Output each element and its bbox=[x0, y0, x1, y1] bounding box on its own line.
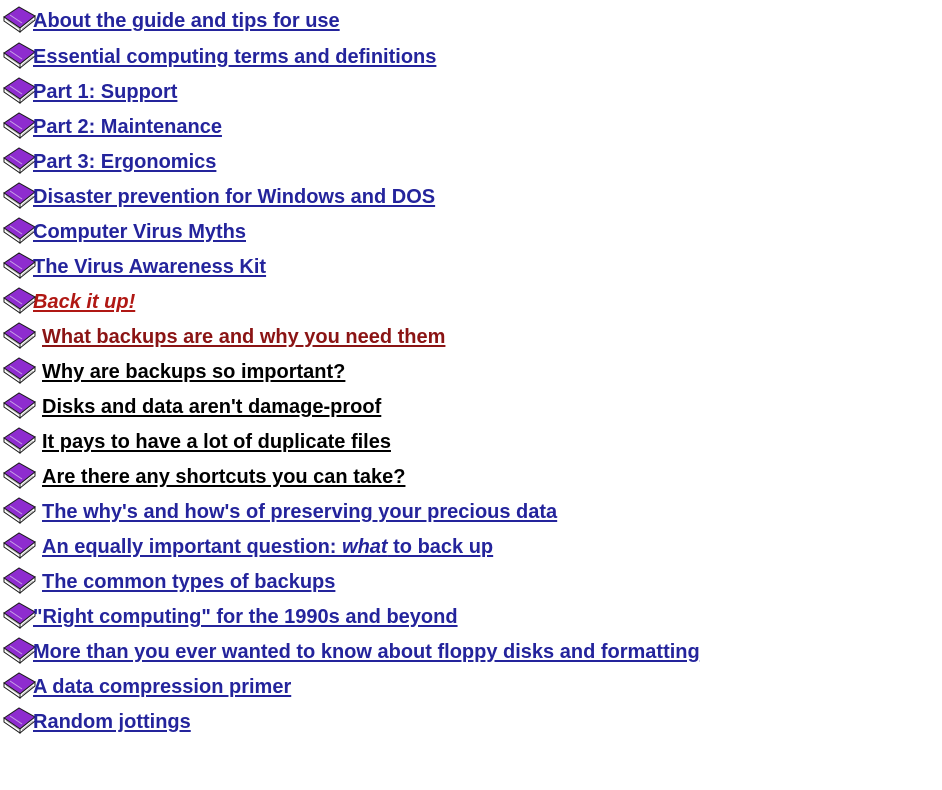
toc-link[interactable]: More than you ever wanted to know about … bbox=[33, 634, 700, 670]
toc-link[interactable]: "Right computing" for the 1990s and beyo… bbox=[33, 599, 458, 635]
toc-link[interactable]: About the guide and tips for use bbox=[33, 3, 340, 39]
book-icon bbox=[1, 39, 37, 75]
toc-link[interactable]: The Virus Awareness Kit bbox=[33, 249, 266, 285]
book-icon bbox=[1, 249, 37, 285]
toc-link[interactable]: What backups are and why you need them bbox=[42, 319, 445, 355]
toc-link[interactable]: The common types of backups bbox=[42, 564, 335, 600]
toc-link[interactable]: Back it up! bbox=[33, 284, 135, 320]
book-icon bbox=[1, 214, 37, 250]
toc-link[interactable]: Disaster prevention for Windows and DOS bbox=[33, 179, 435, 215]
toc-link[interactable]: Part 1: Support bbox=[33, 74, 177, 110]
toc-link-text: to back up bbox=[387, 536, 494, 558]
book-icon bbox=[1, 494, 37, 530]
book-icon bbox=[1, 319, 37, 355]
toc-link[interactable]: The why's and how's of preserving your p… bbox=[42, 494, 557, 530]
toc-link[interactable]: Disks and data aren't damage-proof bbox=[42, 389, 381, 425]
book-icon bbox=[1, 354, 37, 390]
toc-link-emphasis: what bbox=[342, 536, 388, 558]
toc-link-text: An equally important question: bbox=[42, 536, 343, 558]
toc-link[interactable]: Essential computing terms and definition… bbox=[33, 39, 436, 75]
book-icon bbox=[1, 669, 37, 705]
book-icon bbox=[1, 389, 37, 425]
toc-link[interactable]: Part 2: Maintenance bbox=[33, 109, 222, 145]
toc-link[interactable]: Are there any shortcuts you can take? bbox=[42, 459, 405, 495]
toc-link[interactable]: Computer Virus Myths bbox=[33, 214, 246, 250]
toc-link[interactable]: Random jottings bbox=[33, 704, 191, 740]
book-icon bbox=[1, 144, 37, 180]
book-icon bbox=[1, 109, 37, 145]
book-icon bbox=[1, 634, 37, 670]
book-icon bbox=[1, 179, 37, 215]
toc-link[interactable]: A data compression primer bbox=[33, 669, 291, 705]
toc-link[interactable]: An equally important question: what to b… bbox=[42, 529, 493, 565]
book-icon bbox=[1, 704, 37, 740]
toc-link[interactable]: Part 3: Ergonomics bbox=[33, 144, 216, 180]
book-icon bbox=[1, 284, 37, 320]
toc-link[interactable]: It pays to have a lot of duplicate files bbox=[42, 424, 391, 460]
book-icon bbox=[1, 599, 37, 635]
book-icon bbox=[1, 424, 37, 460]
book-icon bbox=[1, 74, 37, 110]
table-of-contents: About the guide and tips for use Essenti… bbox=[0, 0, 942, 790]
book-icon bbox=[1, 564, 37, 600]
toc-link[interactable]: Why are backups so important? bbox=[42, 354, 345, 390]
book-icon bbox=[1, 529, 37, 565]
book-icon bbox=[1, 3, 37, 39]
book-icon bbox=[1, 459, 37, 495]
